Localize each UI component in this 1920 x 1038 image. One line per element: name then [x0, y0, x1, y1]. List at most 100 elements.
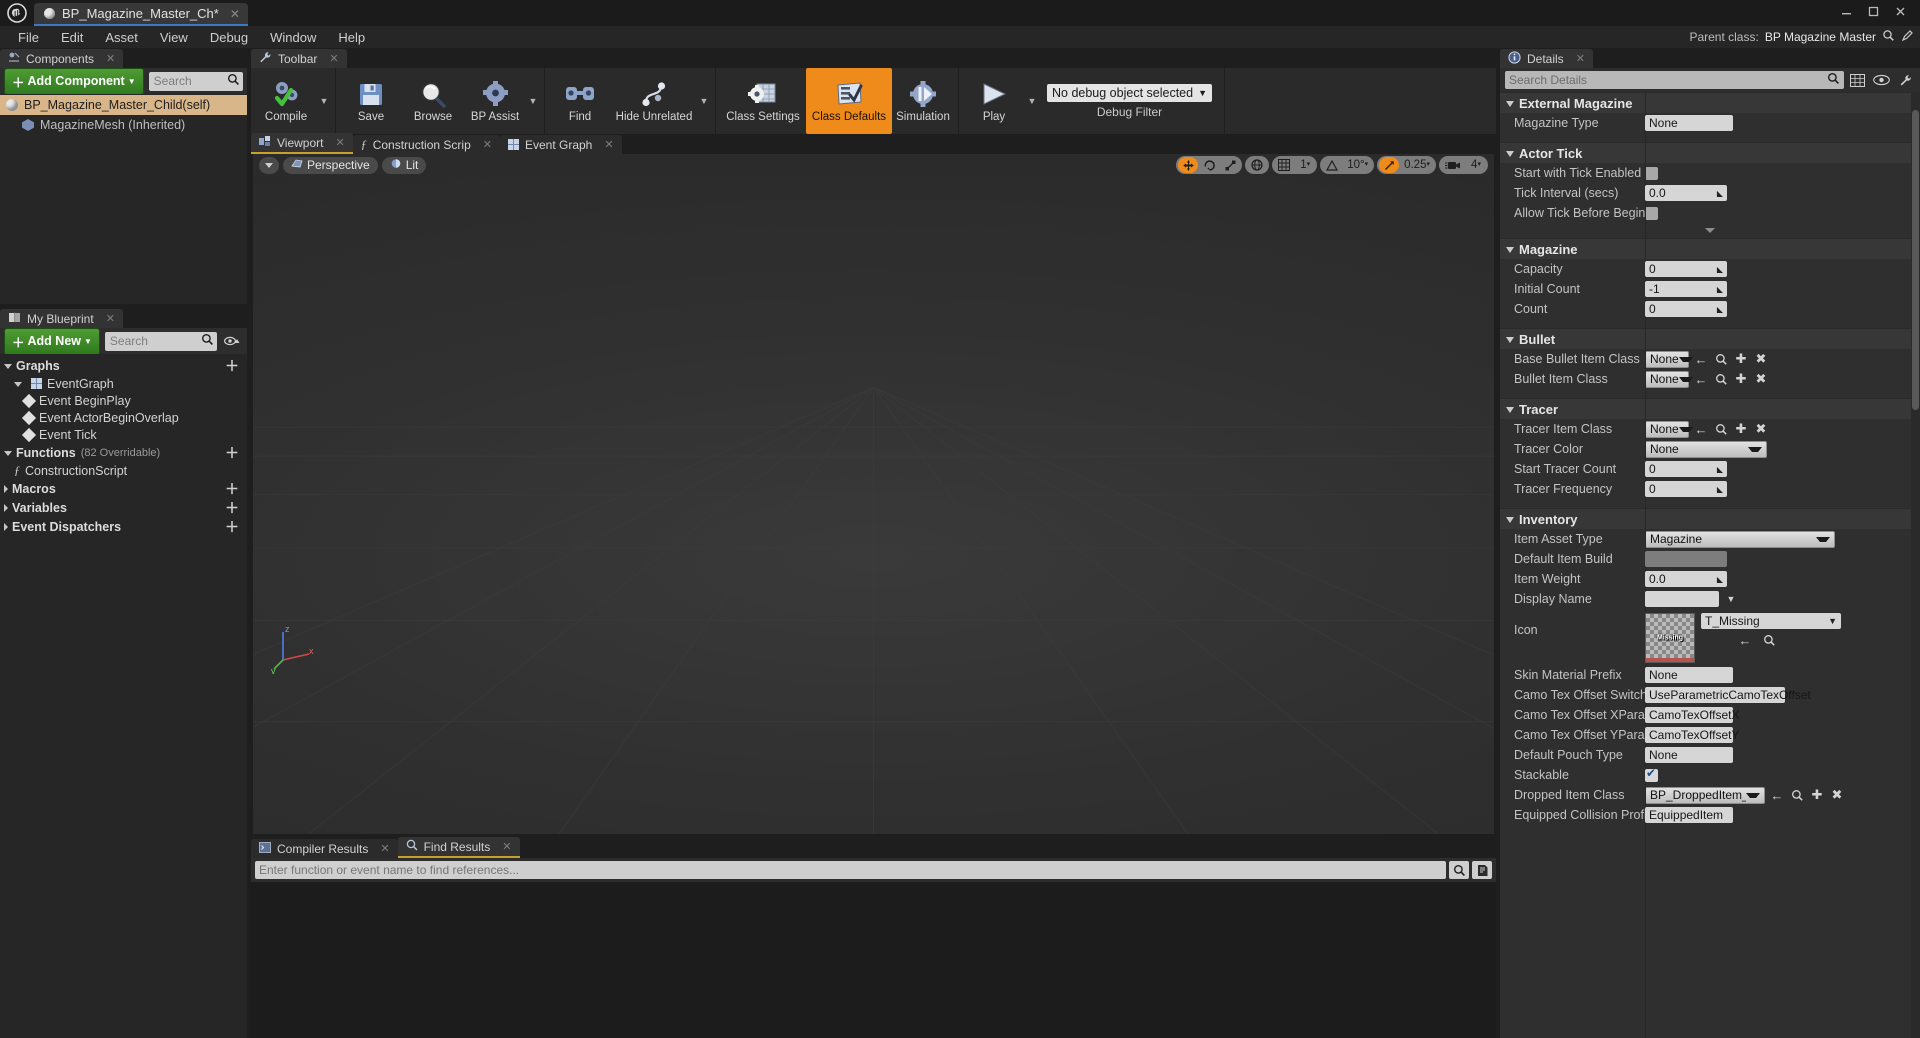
maximize-icon[interactable] [1867, 5, 1880, 21]
new-asset-icon[interactable]: ✚ [1733, 421, 1749, 437]
icon-asset-thumbnail[interactable]: Missing [1645, 613, 1695, 663]
tree-item-event-actorbeginoverlap[interactable]: Event ActorBeginOverlap [0, 409, 247, 426]
browse-asset-icon[interactable] [1713, 351, 1729, 367]
display-name-input[interactable] [1645, 591, 1719, 607]
category-inventory[interactable]: Inventory [1500, 508, 1920, 529]
close-icon[interactable]: ✕ [329, 52, 338, 65]
add-graph-icon[interactable]: ＋ [225, 356, 239, 376]
add-event-dispatcher-icon[interactable]: ＋ [225, 517, 239, 537]
new-asset-icon[interactable]: ✚ [1733, 371, 1749, 387]
simulation-button[interactable]: Simulation [892, 68, 954, 134]
tracer-frequency-input[interactable]: 0 ◣ [1645, 481, 1727, 497]
stackable-checkbox[interactable] [1645, 766, 1658, 782]
section-variables[interactable]: Variables ＋ [0, 498, 247, 517]
myblueprint-search-input[interactable]: Search [104, 331, 217, 351]
details-columns-icon[interactable] [1847, 71, 1868, 90]
start-tracer-count-input[interactable]: 0 ◣ [1645, 461, 1727, 477]
details-search-input[interactable]: Search Details [1505, 71, 1844, 89]
category-tracer[interactable]: Tracer [1500, 398, 1920, 419]
clear-asset-icon[interactable]: ✖ [1753, 371, 1769, 387]
find-button[interactable]: Find [549, 68, 611, 134]
components-search-input[interactable]: Search [148, 71, 243, 91]
spinner-icon[interactable]: ◣ [1717, 265, 1723, 274]
find-results-search-button[interactable] [1449, 861, 1469, 879]
magazine-type-input[interactable]: None [1645, 115, 1733, 131]
browse-button[interactable]: Browse [402, 68, 464, 134]
actor-tick-expander[interactable] [1500, 223, 1920, 238]
tab-construction-script[interactable]: ƒ Construction Scrip ✕ [352, 135, 500, 154]
angle-snap-value[interactable]: 10° ▾ [1343, 157, 1372, 173]
world-icon[interactable] [1247, 157, 1267, 173]
details-eye-icon[interactable] [1871, 71, 1892, 90]
tab-my-blueprint[interactable]: My Blueprint ✕ [0, 309, 123, 328]
play-button[interactable]: Play [963, 68, 1025, 134]
bp-assist-button[interactable]: BP Assist [464, 68, 526, 134]
tree-item-constructionscript[interactable]: ƒ ConstructionScript [0, 462, 247, 479]
scale-snap-icon[interactable] [1379, 157, 1400, 173]
count-input[interactable]: 0 ◣ [1645, 301, 1727, 317]
use-selected-asset-icon[interactable]: ← [1693, 371, 1709, 387]
details-settings-wrench-icon[interactable] [1895, 71, 1916, 90]
dropped-item-class-dropdown[interactable]: BP_DroppedItem_M4Mag [1645, 786, 1765, 804]
grid-snap-value[interactable]: 1 ▾ [1295, 157, 1315, 173]
category-bullet[interactable]: Bullet [1500, 328, 1920, 349]
tracer-color-dropdown[interactable]: None [1645, 440, 1767, 458]
skin-material-prefix-input[interactable]: None [1645, 667, 1733, 683]
display-name-chevron-down-icon[interactable]: ▼ [1723, 591, 1739, 607]
category-actor-tick[interactable]: Actor Tick [1500, 142, 1920, 163]
tab-find-results[interactable]: Find Results ✕ [397, 837, 520, 858]
section-graphs[interactable]: Graphs ＋ [0, 356, 247, 375]
play-options-chevron-down-icon[interactable]: ▼ [1025, 68, 1039, 134]
clear-asset-icon[interactable]: ✖ [1829, 787, 1845, 803]
close-window-icon[interactable] [1894, 5, 1907, 21]
base-bullet-item-class-dropdown[interactable]: None [1645, 350, 1693, 368]
menu-item-file[interactable]: File [7, 28, 50, 47]
use-selected-asset-icon[interactable]: ← [1693, 351, 1709, 367]
viewport-3d-scene[interactable]: z x y [253, 176, 1494, 834]
allow-tick-before-begin-play-checkbox[interactable] [1645, 206, 1658, 220]
add-macro-icon[interactable]: ＋ [225, 479, 239, 499]
find-results-list[interactable] [251, 882, 1496, 1038]
viewport-viewmode-menu[interactable]: Lit [381, 156, 427, 174]
icon-asset-picker[interactable]: T_Missing ▼ [1701, 613, 1841, 629]
use-selected-asset-icon[interactable]: ← [1693, 421, 1709, 437]
section-functions[interactable]: Functions (82 Overridable) ＋ [0, 443, 247, 462]
tree-item-eventgraph[interactable]: EventGraph [0, 375, 247, 392]
grid-snap-icon[interactable] [1274, 157, 1294, 173]
save-button[interactable]: Save [340, 68, 402, 134]
spinner-icon[interactable]: ◣ [1717, 465, 1723, 474]
scale-snap-value[interactable]: 0.25 ▾ [1400, 157, 1434, 173]
debug-object-dropdown[interactable]: No debug object selected ▼ [1047, 83, 1212, 102]
close-icon[interactable]: ✕ [380, 842, 389, 855]
edit-parent-icon[interactable] [1901, 29, 1914, 45]
compile-button[interactable]: Compile [255, 68, 317, 134]
start-with-tick-enabled-checkbox[interactable] [1645, 166, 1658, 180]
details-scrollbar-thumb[interactable] [1912, 110, 1919, 410]
capacity-input[interactable]: 0 ◣ [1645, 261, 1727, 277]
item-asset-type-dropdown[interactable]: Magazine [1645, 530, 1835, 548]
close-icon[interactable]: ✕ [502, 840, 511, 853]
section-macros[interactable]: Macros ＋ [0, 479, 247, 498]
close-icon[interactable]: ✕ [106, 52, 115, 65]
close-icon[interactable]: ✕ [483, 138, 492, 151]
use-selected-asset-icon[interactable]: ← [1737, 632, 1753, 648]
component-row-magazinemesh[interactable]: MagazineMesh (Inherited) [0, 115, 247, 135]
compile-options-chevron-down-icon[interactable]: ▼ [317, 68, 331, 134]
close-icon[interactable]: ✕ [230, 7, 240, 21]
menu-item-view[interactable]: View [149, 28, 199, 47]
clear-asset-icon[interactable]: ✖ [1753, 421, 1769, 437]
browse-asset-icon[interactable] [1761, 632, 1777, 648]
details-properties-scroll[interactable]: External Magazine Magazine Type None Act… [1500, 92, 1920, 1038]
equipped-collision-profile-name-input[interactable]: EquippedItem [1645, 807, 1733, 823]
default-pouch-type-input[interactable]: None [1645, 747, 1733, 763]
menu-item-edit[interactable]: Edit [50, 28, 94, 47]
add-function-icon[interactable]: ＋ [225, 443, 239, 463]
find-in-blueprints-button[interactable] [1472, 861, 1492, 879]
new-asset-icon[interactable]: ✚ [1733, 351, 1749, 367]
viewport-options-menu[interactable] [259, 156, 279, 174]
minimize-icon[interactable] [1840, 5, 1853, 21]
menu-item-help[interactable]: Help [327, 28, 376, 47]
menu-item-window[interactable]: Window [259, 28, 327, 47]
tree-item-event-tick[interactable]: Event Tick [0, 426, 247, 443]
angle-snap-icon[interactable] [1322, 157, 1342, 173]
